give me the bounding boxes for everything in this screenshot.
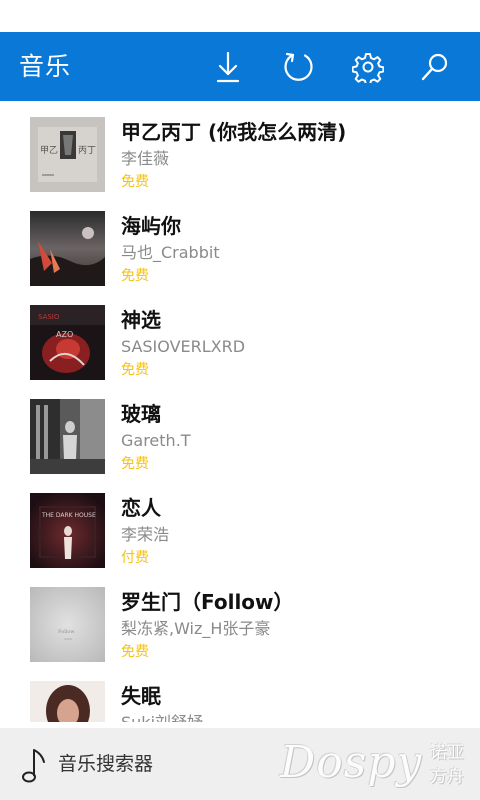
song-artist: 马也_Crabbit [121, 243, 220, 262]
song-title: 神选 [121, 308, 161, 332]
song-row[interactable]: 甲乙 丙丁 甲乙丙丁 (你我怎么两清) 李佳薇 免费 [0, 101, 480, 195]
svg-text:SASIO: SASIO [38, 313, 60, 321]
price-badge: 免费 [121, 268, 149, 284]
status-bar [0, 0, 480, 32]
song-title: 甲乙丙丁 (你我怎么两清) [121, 120, 347, 144]
song-title: 失眠 [121, 684, 161, 708]
song-artist: Suki刘舒妤 [121, 711, 203, 722]
watermark: Dospy 诺亚 方舟 [280, 734, 476, 794]
song-artist: 李荣浩 [121, 525, 170, 544]
song-row[interactable]: 失眠 Suki刘舒妤 [0, 665, 480, 722]
settings-button[interactable] [349, 48, 387, 86]
music-searcher-label[interactable]: 音乐搜索器 [58, 750, 153, 778]
song-artist: 李佳薇 [121, 149, 170, 168]
album-cover: Follow [30, 587, 105, 662]
album-cover: 甲乙 丙丁 [30, 117, 105, 192]
music-note-icon [22, 749, 45, 783]
album-cover [30, 681, 105, 722]
price-badge: 免费 [121, 644, 149, 660]
svg-text:AZO: AZO [56, 330, 73, 339]
svg-text:丙丁: 丙丁 [78, 145, 96, 156]
song-row[interactable]: THE DARK HOUSE 恋人 李荣浩 付费 [0, 477, 480, 571]
album-cover [30, 399, 105, 474]
song-row[interactable]: 玻璃 Gareth.T 免费 [0, 383, 480, 477]
app-header: 音乐 [0, 32, 480, 101]
song-row[interactable]: Follow 罗生门（Follow） 梨冻紧,Wiz_H张子豪 免费 [0, 571, 480, 665]
album-cover: SASIO AZO [30, 305, 105, 380]
album-cover: THE DARK HOUSE [30, 493, 105, 568]
price-badge: 免费 [121, 362, 149, 378]
download-icon [216, 51, 240, 83]
svg-text:Follow: Follow [58, 629, 75, 635]
song-artist: Gareth.T [121, 431, 191, 450]
refresh-icon [284, 52, 313, 81]
price-badge: 免费 [121, 174, 149, 190]
song-title: 恋人 [121, 496, 161, 520]
album-cover [30, 211, 105, 286]
page-title: 音乐 [19, 52, 72, 81]
search-button[interactable] [416, 48, 454, 86]
svg-text:THE DARK HOUSE: THE DARK HOUSE [41, 512, 96, 519]
song-title: 玻璃 [121, 402, 161, 426]
price-badge: 付费 [121, 550, 149, 566]
watermark-side-text: 诺亚 [430, 743, 464, 763]
svg-text:甲乙: 甲乙 [40, 145, 58, 156]
song-row[interactable]: SASIO AZO 神选 SASIOVERLXRD 免费 [0, 289, 480, 383]
song-artist: 梨冻紧,Wiz_H张子豪 [121, 619, 271, 638]
song-row[interactable]: 海屿你 马也_Crabbit 免费 [0, 195, 480, 289]
download-button[interactable] [209, 48, 247, 86]
song-title: 罗生门（Follow） [121, 590, 294, 614]
watermark-side-text: 方舟 [430, 767, 464, 787]
settings-icon [352, 53, 384, 83]
search-icon [421, 53, 448, 81]
song-list[interactable]: 甲乙 丙丁 甲乙丙丁 (你我怎么两清) 李佳薇 免费 海屿你 马也_Crabbi… [0, 101, 480, 722]
price-badge: 免费 [121, 456, 149, 472]
song-artist: SASIOVERLXRD [121, 337, 246, 356]
refresh-button[interactable] [279, 48, 317, 86]
bottom-app-bar: 音乐搜索器 Dospy 诺亚 方舟 [0, 728, 480, 800]
song-title: 海屿你 [121, 214, 181, 238]
watermark-logo-text: Dospy [280, 737, 423, 788]
